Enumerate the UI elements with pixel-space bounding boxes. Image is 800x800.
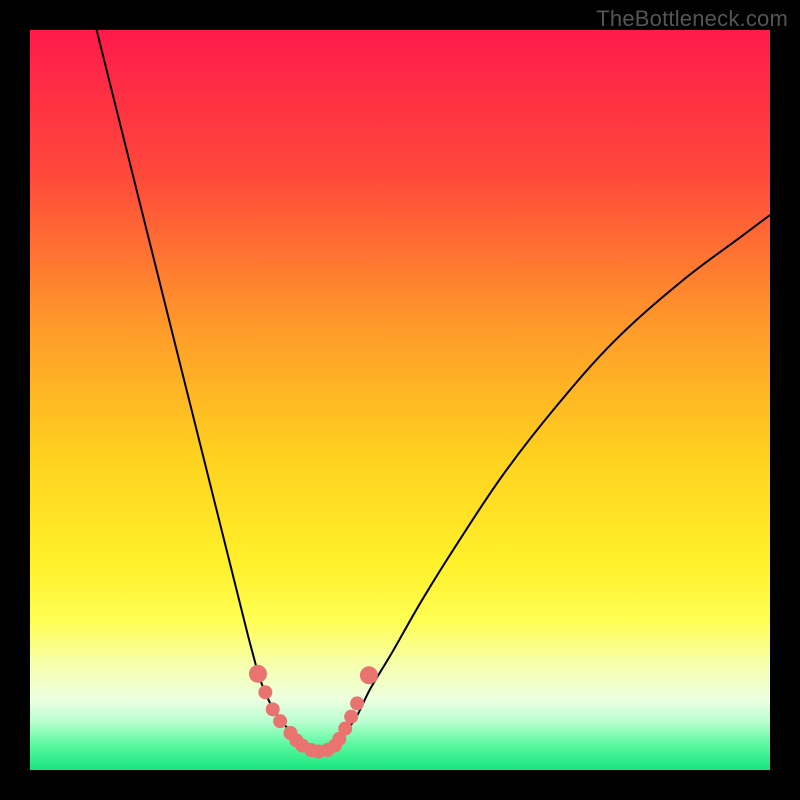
curve-left-branch — [97, 30, 304, 746]
marker-dot — [360, 666, 378, 684]
marker-dot — [249, 665, 267, 683]
curve-right-branch — [333, 215, 770, 746]
marker-dot — [350, 696, 364, 710]
marker-dot — [273, 714, 287, 728]
marker-dot — [266, 702, 280, 716]
marker-dot — [338, 722, 352, 736]
marker-dot — [258, 685, 272, 699]
marker-dot — [344, 710, 358, 724]
watermark-text: TheBottleneck.com — [596, 6, 788, 32]
chart-frame: TheBottleneck.com — [0, 0, 800, 800]
plot-area — [30, 30, 770, 770]
curve-layer — [30, 30, 770, 770]
